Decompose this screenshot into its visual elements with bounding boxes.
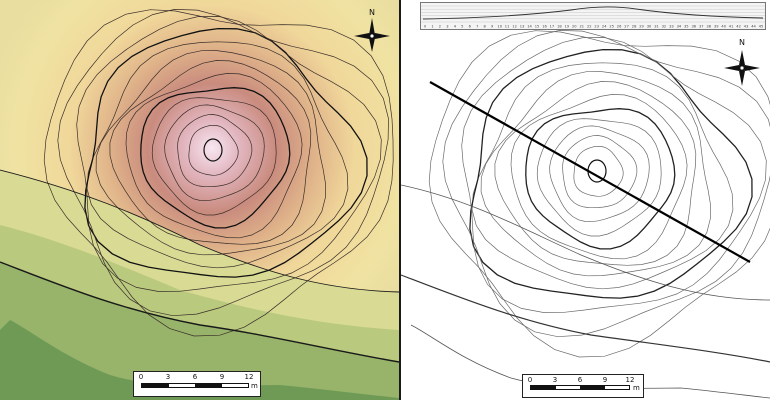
profile-tick-label: 38 [706, 25, 711, 29]
profile-tick-label: 14 [527, 25, 532, 29]
scale-tick-12: 12 [625, 376, 635, 384]
profile-tick-label: 35 [684, 25, 689, 29]
profile-tick-label: 0 [424, 25, 427, 29]
scale-tick-12: 12 [244, 373, 254, 381]
profile-tick-label: 15 [535, 25, 540, 29]
profile-tick-labels: 0 1 2 3 4 5 6 7 8 9 10 11 12 13 14 15 16 17 18 19 20 21 22 23 24… [424, 25, 763, 29]
profile-tick-label: 23 [594, 25, 599, 29]
profile-tick-label: 2 [439, 25, 441, 29]
contour-line [442, 30, 770, 338]
profile-tick-label: 43 [744, 25, 749, 29]
profile-tick-label: 8 [484, 25, 487, 29]
scale-unit: m [633, 384, 640, 392]
profile-transect-line [429, 81, 751, 263]
scale-bar: 0 3 6 9 12 m [522, 374, 644, 398]
profile-tick-label: 10 [497, 25, 502, 29]
profile-tick-label: 9 [491, 25, 494, 29]
profile-tick-label: 32 [662, 25, 667, 29]
contour-line-index-low [401, 274, 770, 363]
scale-tick-9: 9 [219, 373, 225, 381]
scale-tick-3: 3 [552, 376, 558, 384]
profile-tick-label: 11 [505, 25, 510, 29]
scale-tick-9: 9 [602, 376, 608, 384]
profile-tick-label: 42 [736, 25, 741, 29]
profile-tick-label: 6 [469, 25, 472, 29]
elevation-profile: 0 1 2 3 4 5 6 7 8 9 10 11 12 13 14 15 16 17 18 19 20 21 22 23 24… [420, 2, 766, 30]
profile-tick-label: 39 [714, 25, 719, 29]
profile-tick-label: 16 [542, 25, 547, 29]
profile-tick-label: 26 [617, 25, 622, 29]
scale-tick-0: 0 [527, 376, 533, 384]
profile-tick-label: 1 [431, 25, 433, 29]
profile-tick-label: 19 [565, 25, 570, 29]
profile-tick-label: 34 [677, 25, 682, 29]
contour-lines [428, 30, 770, 358]
profile-tick-label: 25 [609, 25, 614, 29]
scale-tick-6: 6 [577, 376, 583, 384]
profile-tick-label: 33 [669, 25, 674, 29]
profile-tick-label: 20 [572, 25, 577, 29]
profile-tick-label: 5 [461, 25, 463, 29]
profile-tick-label: 41 [729, 25, 734, 29]
profile-tick-label: 21 [580, 25, 585, 29]
elevation-map-colored: N 0 3 6 9 12 m [0, 0, 399, 400]
profile-tick-label: 7 [476, 25, 478, 29]
line-contour-map [401, 30, 770, 399]
north-arrow: N [722, 38, 762, 88]
profile-tick-label: 18 [557, 25, 562, 29]
profile-tick-label: 37 [699, 25, 704, 29]
profile-tick-label: 36 [692, 25, 697, 29]
profile-tick-label: 12 [512, 25, 517, 29]
scale-unit: m [251, 382, 258, 390]
scale-tick-3: 3 [165, 373, 171, 381]
profile-tick-label: 31 [654, 25, 659, 29]
profile-tick-label: 22 [587, 25, 592, 29]
profile-tick-label: 3 [446, 25, 448, 29]
profile-grid [421, 5, 765, 23]
scale-bar-graphic [530, 385, 630, 390]
profile-tick-label: 27 [624, 25, 629, 29]
scale-tick-0: 0 [138, 373, 144, 381]
profile-tick-label: 29 [639, 25, 644, 29]
scale-bar-graphic [141, 383, 249, 388]
profile-chart: 0 1 2 3 4 5 6 7 8 9 10 11 12 13 14 15 16 17 18 19 20 21 22 23 24… [421, 5, 765, 29]
contour-line [494, 81, 697, 266]
contour-line [480, 71, 711, 277]
profile-tick-label: 40 [721, 25, 726, 29]
profile-tick-label: 24 [602, 25, 607, 29]
profile-tick-label: 17 [550, 25, 555, 29]
scale-bar: 0 3 6 9 12 m [133, 371, 261, 397]
colored-contour-map [0, 0, 399, 400]
north-arrow: N [352, 8, 392, 52]
compass-rose-icon [724, 50, 760, 86]
contour-map-profile: N 0 3 6 9 12 m [401, 0, 770, 400]
scale-tick-6: 6 [192, 373, 198, 381]
profile-tick-label: 44 [751, 25, 756, 29]
contour-line [573, 145, 624, 197]
profile-tick-label: 28 [632, 25, 637, 29]
profile-tick-label: 13 [520, 25, 525, 29]
compass-rose-icon [354, 18, 390, 52]
profile-tick-label: 4 [454, 25, 457, 29]
profile-tick-label: 30 [647, 25, 652, 29]
profile-curve [422, 6, 764, 20]
profile-tick-label: 45 [759, 25, 764, 29]
north-label: N [739, 38, 745, 47]
